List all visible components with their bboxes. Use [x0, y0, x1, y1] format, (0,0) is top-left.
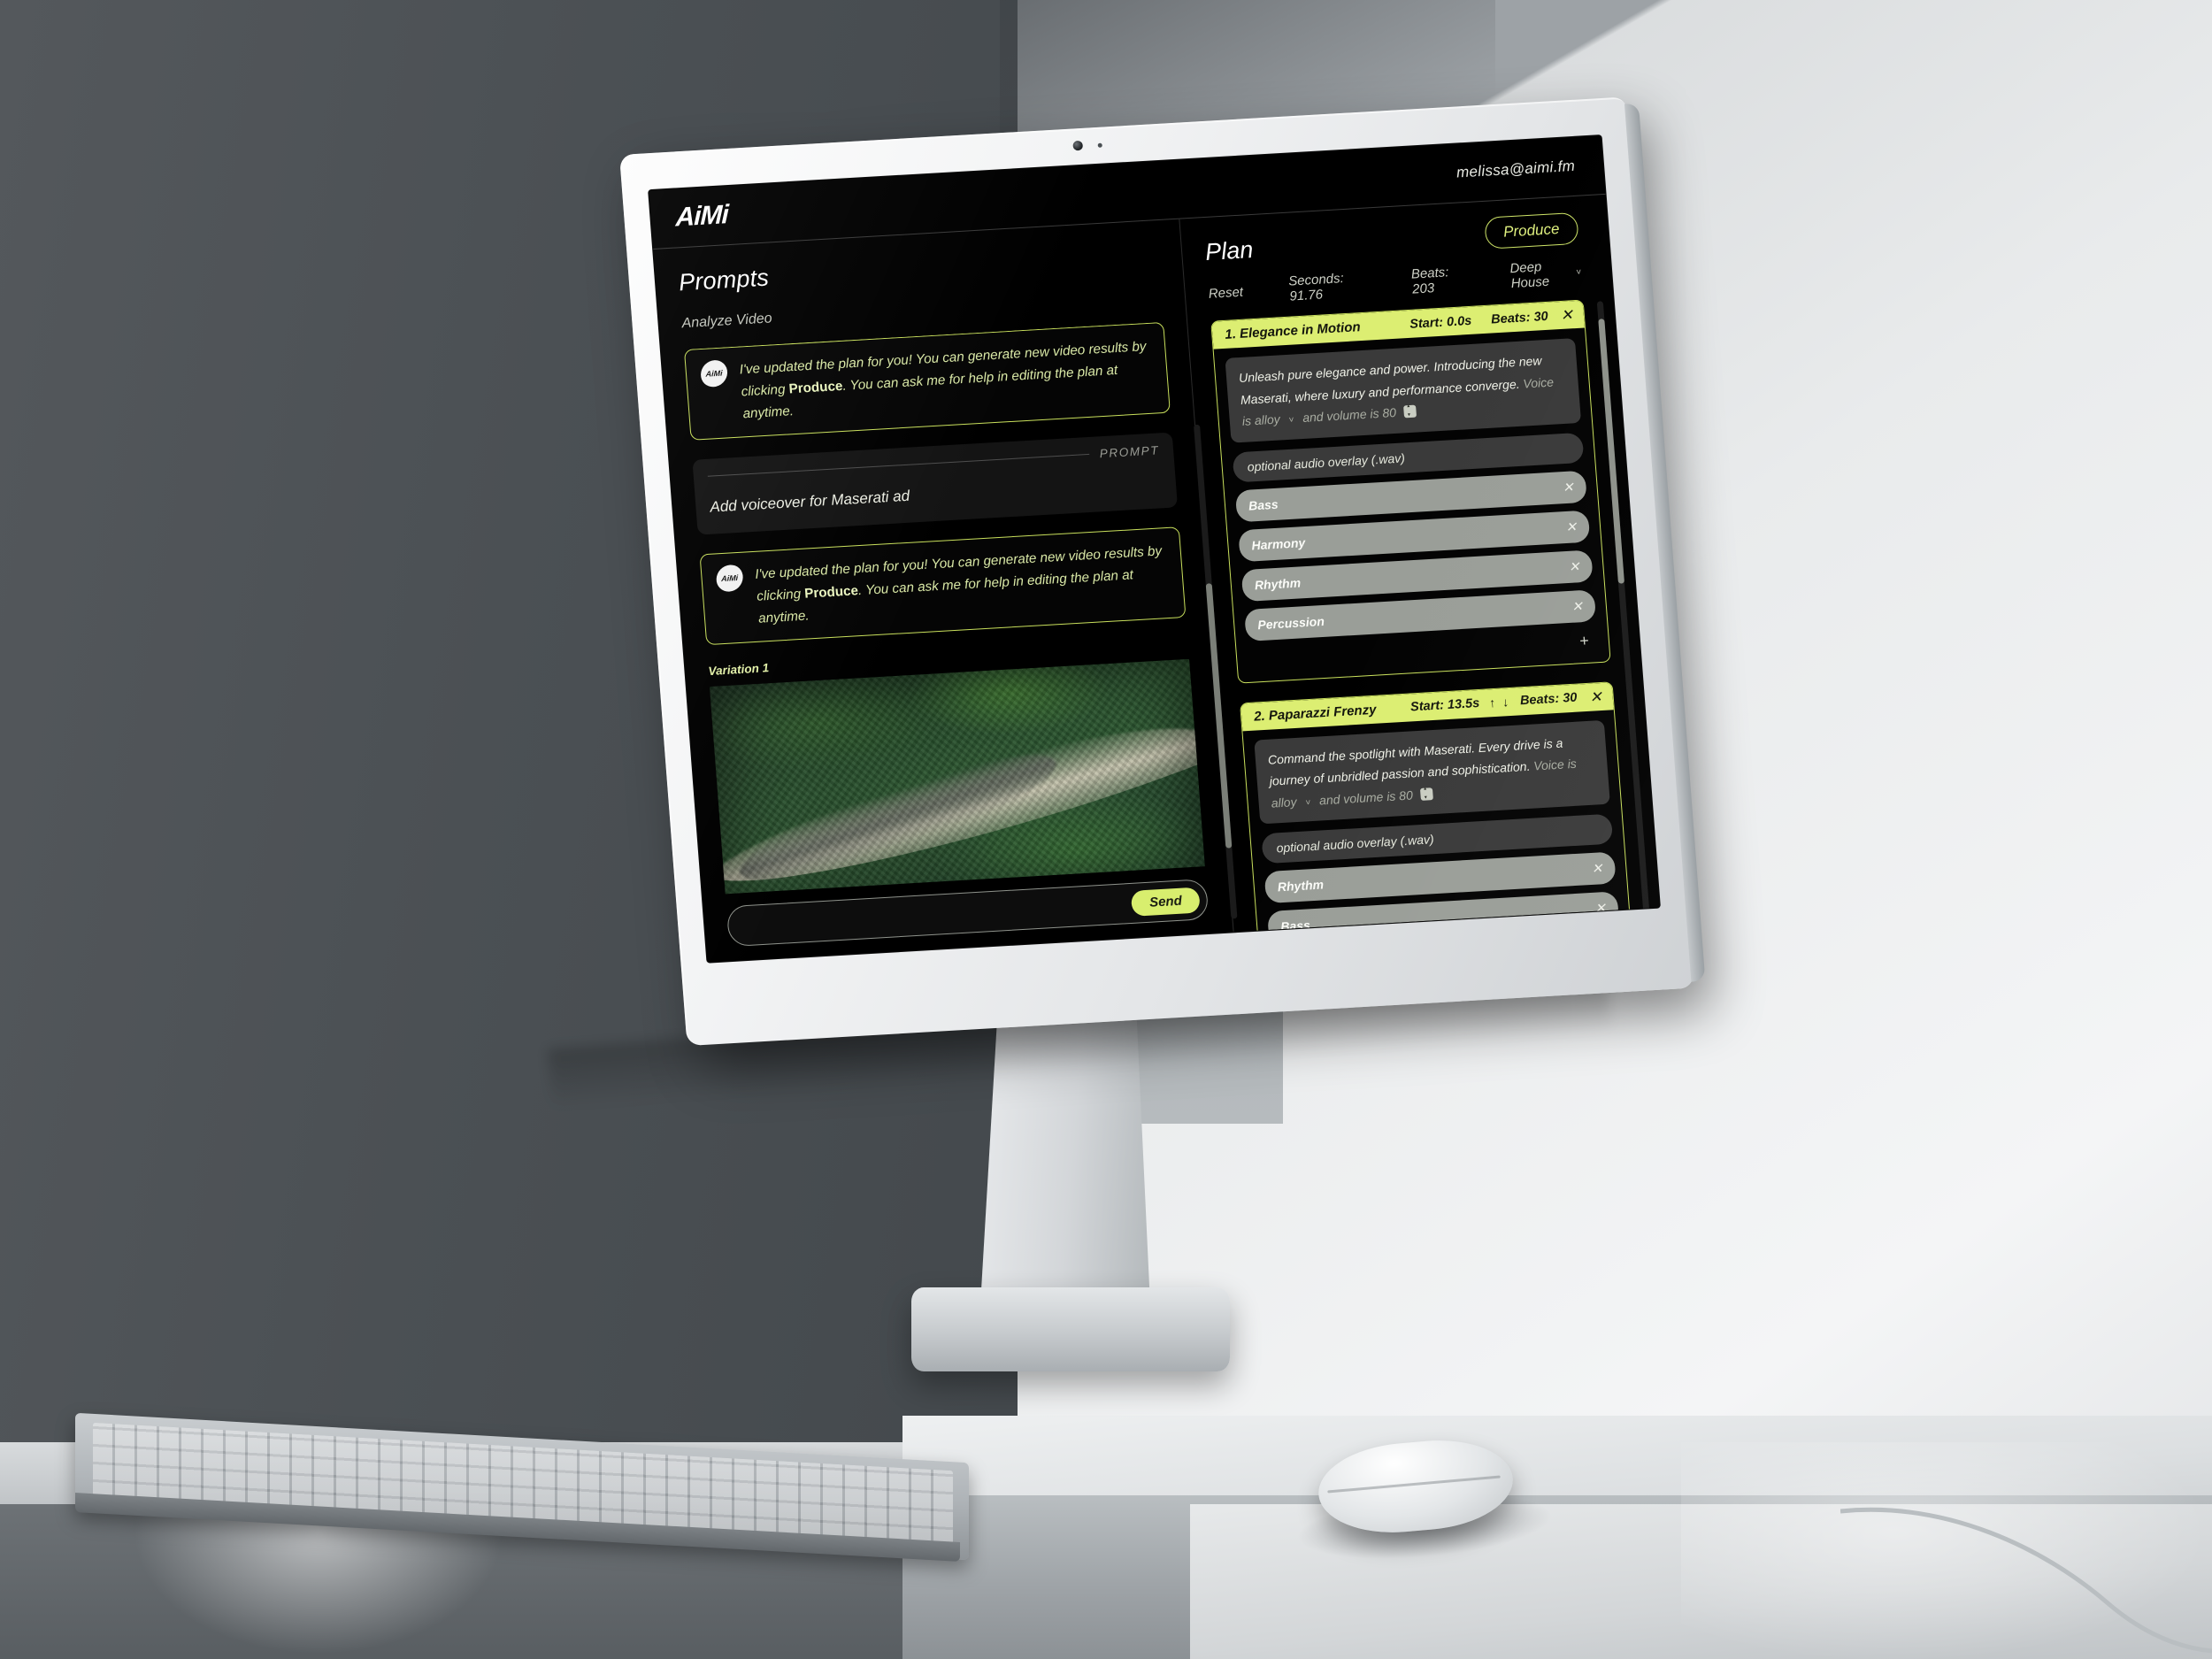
voice-value[interactable]: alloy	[1254, 411, 1280, 427]
prompts-panel: Prompts Analyze Video AiMi I've updated …	[653, 219, 1233, 963]
chat-message-text: I've updated the plan for you! You can g…	[739, 335, 1155, 426]
aimi-logo[interactable]: AiMi	[675, 200, 728, 234]
scene: AiMi melissa@aimi.fm Prompts Analyze Vid…	[0, 0, 2212, 1659]
plan-title-row: Plan Produce	[1204, 211, 1579, 266]
start-time: Start: 13.5s	[1409, 695, 1480, 715]
genre-value: Deep House	[1509, 259, 1550, 292]
plan-card-index: 1.	[1224, 326, 1237, 342]
plan-card-index: 2.	[1253, 708, 1266, 725]
track-label: Rhythm	[1277, 877, 1325, 895]
screen: AiMi melissa@aimi.fm Prompts Analyze Vid…	[649, 135, 1660, 963]
send-button[interactable]: Send	[1131, 887, 1201, 917]
plan-card: 1. Elegance in Motion Start: 0.0s Beats:…	[1210, 299, 1611, 684]
genre-select[interactable]: Deep House ˅	[1509, 257, 1583, 292]
produce-keyword: Produce	[788, 378, 843, 397]
chevron-down-icon: ˅	[1575, 267, 1582, 278]
voiceover-text-block[interactable]: Unleash pure elegance and power. Introdu…	[1225, 338, 1582, 443]
volume-prefix: and volume is	[1302, 406, 1380, 425]
reset-button[interactable]: Reset	[1208, 284, 1243, 301]
voiceover-text-block[interactable]: Command the spotlight with Maserati. Eve…	[1254, 719, 1610, 825]
monitor: AiMi melissa@aimi.fm Prompts Analyze Vid…	[619, 96, 1706, 1047]
prompt-value[interactable]: Add voiceover for Maserati ad	[710, 473, 1163, 517]
reorder-arrows-icon[interactable]: ↑ ↓	[1489, 695, 1511, 710]
beats-readout: Beats: 203	[1410, 265, 1449, 297]
track-label: Bass	[1248, 496, 1279, 513]
volume-value[interactable]: 80	[1382, 405, 1397, 420]
prompt-divider	[707, 454, 1089, 478]
start-time: Start: 0.0s	[1409, 313, 1472, 332]
volume-stepper[interactable]	[1403, 404, 1417, 419]
chat-message-text: I've updated the plan for you! You can g…	[754, 540, 1170, 630]
voice-chevron-down-icon[interactable]: ˅	[1283, 415, 1300, 426]
prompt-card[interactable]: PROMPT Add voiceover for Maserati ad	[692, 432, 1179, 535]
card-beats: Beats: 30	[1490, 309, 1549, 327]
prompt-label: PROMPT	[1099, 443, 1160, 461]
plan-card-title: 1. Elegance in Motion	[1225, 319, 1361, 342]
remove-track-icon[interactable]: ✕	[1568, 558, 1580, 575]
plan-panel: Plan Produce Reset Seconds: 91.76 Beats:…	[1179, 195, 1660, 937]
app-window: AiMi melissa@aimi.fm Prompts Analyze Vid…	[649, 135, 1660, 963]
main-body: Prompts Analyze Video AiMi I've updated …	[653, 195, 1660, 963]
plan-cards-scroll[interactable]: 1. Elegance in Motion Start: 0.0s Beats:…	[1187, 286, 1660, 933]
chat-message: AiMi I've updated the plan for you! You …	[699, 526, 1187, 646]
close-icon[interactable]: ✕	[1586, 687, 1603, 705]
track-label: Rhythm	[1254, 574, 1302, 592]
remove-track-icon[interactable]: ✕	[1571, 598, 1584, 615]
plan-card-name: Elegance in Motion	[1239, 319, 1362, 342]
card-beats: Beats: 30	[1519, 690, 1578, 709]
voice-value[interactable]: alloy	[1271, 795, 1297, 810]
volume-value[interactable]: 80	[1399, 787, 1414, 803]
track-label: Percussion	[1256, 613, 1325, 632]
volume-prefix: and volume is	[1318, 788, 1396, 808]
close-icon[interactable]: ✕	[1557, 306, 1574, 324]
track-label: Harmony	[1250, 534, 1306, 552]
remove-track-icon[interactable]: ✕	[1591, 860, 1603, 877]
avatar: AiMi	[716, 564, 744, 593]
plan-card: 2. Paparazzi Frenzy Start: 13.5s ↑ ↓ Bea…	[1239, 680, 1640, 933]
remove-track-icon[interactable]: ✕	[1565, 518, 1578, 535]
produce-keyword: Produce	[803, 583, 859, 602]
cable	[1840, 1507, 2212, 1654]
page-title: Prompts	[678, 264, 771, 296]
avatar: AiMi	[700, 359, 728, 388]
video-vignette	[710, 659, 1207, 895]
produce-button[interactable]: Produce	[1483, 211, 1579, 250]
plan-card-body: Command the spotlight with Maserati. Eve…	[1242, 710, 1639, 933]
voice-chevron-down-icon[interactable]: ˅	[1300, 797, 1317, 808]
remove-track-icon[interactable]: ✕	[1562, 479, 1574, 495]
voice-prefix: Voice is	[1532, 756, 1578, 773]
voiceover-text: Command the spotlight with Maserati. Eve…	[1267, 735, 1563, 788]
plan-title: Plan	[1204, 235, 1255, 265]
video-preview[interactable]	[709, 659, 1207, 895]
voiceover-text: Unleash pure elegance and power. Introdu…	[1238, 353, 1542, 407]
monitor-foot	[911, 1287, 1230, 1371]
plan-card-title: 2. Paparazzi Frenzy	[1254, 702, 1377, 724]
plan-card-controls: Start: 0.0s Beats: 30 ✕	[1409, 306, 1574, 332]
volume-stepper[interactable]	[1420, 787, 1434, 801]
chat-scroll-area[interactable]: AiMi I've updated the plan for you! You …	[661, 320, 1228, 895]
seconds-readout: Seconds: 91.76	[1287, 271, 1345, 304]
plan-card-body: Unleash pure elegance and power. Introdu…	[1214, 327, 1610, 682]
plan-card-name: Paparazzi Frenzy	[1268, 702, 1378, 724]
account-email[interactable]: melissa@aimi.fm	[1455, 157, 1575, 182]
